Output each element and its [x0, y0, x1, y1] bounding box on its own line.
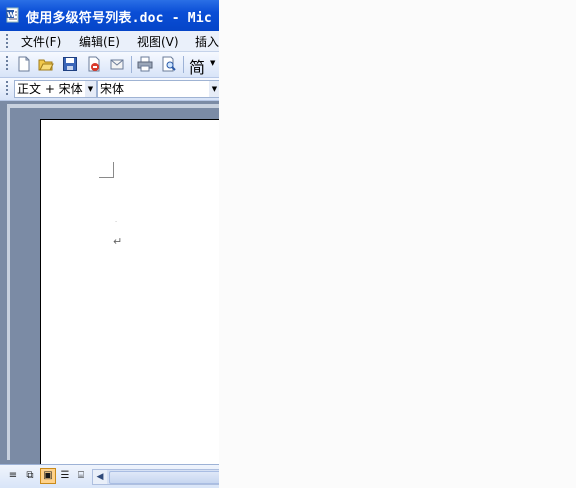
- vertical-ruler[interactable]: [7, 104, 10, 460]
- title-bar[interactable]: W 使用多级符号列表.doc - Mic: [0, 0, 219, 31]
- horizontal-scrollbar[interactable]: ◀: [92, 469, 219, 485]
- word-document-icon: W: [6, 7, 19, 23]
- scroll-thumb[interactable]: [109, 471, 219, 484]
- svg-text:W: W: [7, 11, 15, 19]
- toolbar-grip[interactable]: [6, 56, 8, 72]
- normal-view-icon[interactable]: ≡: [6, 469, 20, 483]
- toolbar-grip[interactable]: [6, 81, 8, 97]
- style-select-value: 正文 + 宋体: [17, 82, 83, 96]
- menubar-grip[interactable]: [6, 34, 8, 48]
- scroll-left-icon[interactable]: ◀: [93, 470, 107, 484]
- font-select[interactable]: 宋体 ▼: [97, 80, 219, 98]
- toolbar-separator: [183, 56, 184, 73]
- web-layout-icon[interactable]: ⧉: [23, 469, 37, 483]
- document-page[interactable]: [40, 119, 219, 465]
- menu-file[interactable]: 文件(F): [21, 33, 61, 50]
- print-icon[interactable]: [137, 56, 153, 72]
- standard-toolbar: 简 ▼: [0, 52, 219, 78]
- menu-insert[interactable]: 插入: [195, 33, 219, 50]
- outline-view-icon[interactable]: ☰: [58, 469, 72, 483]
- text-mark: ᐧ: [115, 218, 117, 226]
- window-title: 使用多级符号列表.doc - Mic: [26, 11, 212, 26]
- font-select-value: 宋体: [100, 82, 125, 96]
- chevron-down-icon[interactable]: ▼: [209, 81, 219, 97]
- permission-icon[interactable]: [86, 56, 102, 72]
- view-bar: ≡ ⧉ ▣ ☰ ⌸ ◀: [0, 464, 219, 488]
- menu-view[interactable]: 视图(V): [137, 33, 179, 50]
- word-window: W 使用多级符号列表.doc - Mic 文件(F) 编辑(E) 视图(V) 插…: [0, 0, 219, 488]
- formatting-toolbar: 正文 + 宋体 ▼ 宋体 ▼: [0, 78, 219, 101]
- style-select[interactable]: 正文 + 宋体 ▼: [14, 80, 97, 98]
- simplified-chinese-button[interactable]: 简: [189, 54, 205, 78]
- new-document-icon[interactable]: [16, 56, 32, 72]
- email-icon[interactable]: [109, 56, 125, 72]
- margin-corner-mark: [99, 162, 114, 178]
- chevron-down-icon[interactable]: ▼: [85, 81, 96, 97]
- menu-bar: 文件(F) 编辑(E) 视图(V) 插入: [0, 31, 219, 52]
- save-icon[interactable]: [62, 56, 78, 72]
- menu-edit[interactable]: 编辑(E): [79, 33, 120, 50]
- toolbar-separator: [131, 56, 132, 73]
- paragraph-mark: ↵: [113, 235, 123, 248]
- chevron-down-icon[interactable]: ▼: [210, 59, 215, 67]
- print-preview-icon[interactable]: [161, 56, 177, 72]
- open-folder-icon[interactable]: [38, 56, 54, 72]
- reading-layout-icon[interactable]: ⌸: [74, 469, 88, 483]
- horizontal-ruler[interactable]: [10, 104, 219, 108]
- print-layout-icon[interactable]: ▣: [40, 468, 56, 484]
